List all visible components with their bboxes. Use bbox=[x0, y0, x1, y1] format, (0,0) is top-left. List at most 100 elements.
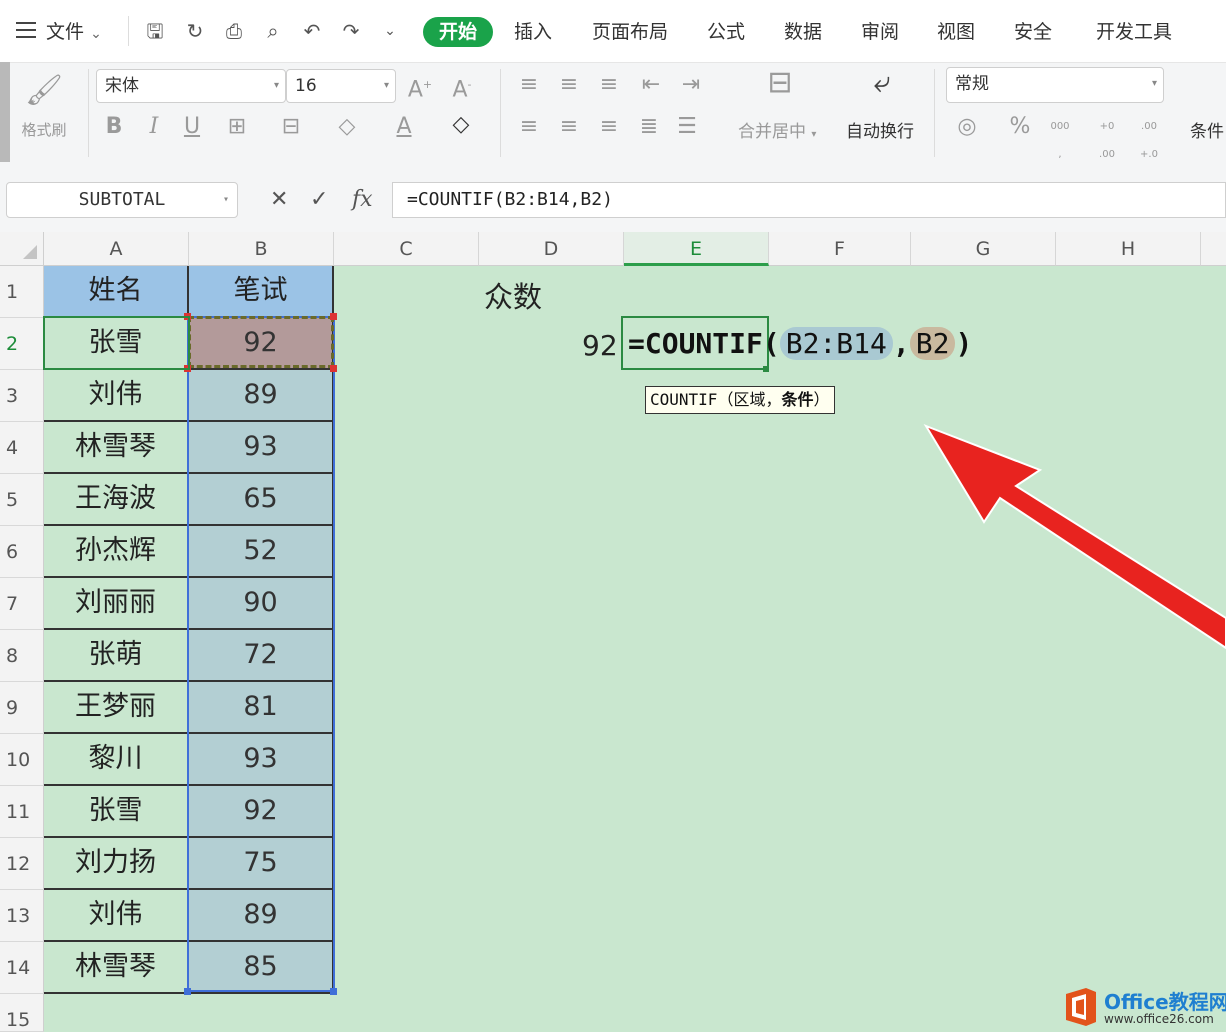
select-all-corner[interactable] bbox=[0, 232, 44, 266]
increase-indent-icon[interactable]: ⇥ bbox=[678, 71, 704, 99]
merge-center-button[interactable]: 合并居中 ▾ bbox=[738, 117, 816, 142]
column-header-b[interactable]: B bbox=[189, 232, 334, 266]
column-header-a[interactable]: A bbox=[44, 232, 189, 266]
cell-name[interactable]: 王海波 bbox=[44, 474, 189, 526]
cell-name[interactable]: 刘伟 bbox=[44, 370, 189, 422]
column-header-g[interactable]: G bbox=[911, 232, 1056, 266]
tab-view[interactable]: 视图 bbox=[937, 20, 975, 44]
tab-insert[interactable]: 插入 bbox=[514, 20, 552, 44]
cell-name[interactable]: 刘丽丽 bbox=[44, 578, 189, 630]
align-center-icon[interactable]: ≡ bbox=[556, 113, 582, 141]
row-header[interactable]: 1 bbox=[0, 266, 44, 318]
cell-name[interactable]: 张萌 bbox=[44, 630, 189, 682]
column-header-h[interactable]: H bbox=[1056, 232, 1201, 266]
align-bottom-icon[interactable]: ≡ bbox=[596, 71, 622, 99]
column-header-f[interactable]: F bbox=[769, 232, 911, 266]
customize-dropdown-icon[interactable]: ⌄ bbox=[378, 19, 402, 43]
cell-a1[interactable]: 姓名 bbox=[44, 266, 189, 318]
column-header-e[interactable]: E bbox=[624, 232, 769, 266]
borders-icon[interactable]: ⊞ bbox=[222, 113, 252, 141]
align-middle-icon[interactable]: ≡ bbox=[556, 71, 582, 99]
fill-handle[interactable] bbox=[763, 366, 769, 372]
row-header[interactable]: 15 bbox=[0, 994, 44, 1032]
cell-d2-value[interactable]: 92 bbox=[582, 326, 618, 366]
column-header-d[interactable]: D bbox=[479, 232, 624, 266]
italic-icon[interactable]: I bbox=[142, 113, 166, 141]
tab-page-layout[interactable]: 页面布局 bbox=[592, 20, 668, 44]
distributed-icon[interactable]: ☰ bbox=[674, 113, 700, 141]
row-header[interactable]: 13 bbox=[0, 890, 44, 942]
cell-name[interactable]: 孙杰辉 bbox=[44, 526, 189, 578]
tab-home[interactable]: 开始 bbox=[423, 17, 494, 47]
in-cell-formula[interactable]: =COUNTIF(B2:B14, B2) bbox=[628, 324, 972, 364]
range-handle[interactable] bbox=[330, 365, 337, 372]
row-header[interactable]: 6 bbox=[0, 526, 44, 578]
format-brush-button[interactable]: 🖌 格式刷 bbox=[14, 71, 74, 140]
decrease-decimal-icon[interactable]: .00 +.0 bbox=[1134, 113, 1164, 169]
cancel-icon[interactable]: ✕ bbox=[270, 186, 288, 214]
increase-font-icon[interactable]: A+ bbox=[406, 71, 434, 104]
align-left-icon[interactable]: ≡ bbox=[516, 113, 542, 141]
thousands-separator-icon[interactable]: 000, bbox=[1046, 113, 1074, 169]
row-header[interactable]: 4 bbox=[0, 422, 44, 474]
font-size-select[interactable]: 16 ▾ bbox=[286, 69, 396, 103]
merge-center-icon[interactable]: ⊟ bbox=[760, 68, 800, 98]
auto-wrap-icon[interactable]: ⤶ bbox=[860, 68, 904, 98]
row-header[interactable]: 10 bbox=[0, 734, 44, 786]
file-menu[interactable]: 文件 ⌄ bbox=[46, 20, 102, 46]
cell-name[interactable]: 刘力扬 bbox=[44, 838, 189, 890]
align-top-icon[interactable]: ≡ bbox=[516, 71, 542, 99]
tab-developer[interactable]: 开发工具 bbox=[1096, 20, 1172, 44]
tab-formulas[interactable]: 公式 bbox=[707, 20, 745, 44]
column-header-next[interactable] bbox=[1201, 232, 1226, 266]
cell-name[interactable]: 张雪 bbox=[44, 786, 189, 838]
tab-data[interactable]: 数据 bbox=[784, 20, 822, 44]
column-header-c[interactable]: C bbox=[334, 232, 479, 266]
row-header[interactable]: 12 bbox=[0, 838, 44, 890]
cell-name[interactable]: 黎川 bbox=[44, 734, 189, 786]
auto-wrap-button[interactable]: 自动换行 bbox=[846, 117, 914, 142]
print-icon[interactable]: ⎙ bbox=[222, 19, 246, 43]
row-header[interactable]: 8 bbox=[0, 630, 44, 682]
row-header[interactable]: 9 bbox=[0, 682, 44, 734]
confirm-icon[interactable]: ✓ bbox=[310, 186, 328, 214]
range-handle[interactable] bbox=[330, 988, 337, 995]
cell-style-icon[interactable]: ⊟ bbox=[276, 113, 306, 141]
font-name-select[interactable]: 宋体 ▾ bbox=[96, 69, 286, 103]
range-handle[interactable] bbox=[184, 988, 191, 995]
tab-security[interactable]: 安全 bbox=[1014, 20, 1052, 44]
justify-icon[interactable]: ≣ bbox=[636, 113, 662, 141]
bold-icon[interactable]: B bbox=[102, 113, 126, 141]
row-header[interactable]: 3 bbox=[0, 370, 44, 422]
cell-name[interactable]: 王梦丽 bbox=[44, 682, 189, 734]
row-header[interactable]: 7 bbox=[0, 578, 44, 630]
tab-review[interactable]: 审阅 bbox=[861, 20, 899, 44]
name-box[interactable]: SUBTOTAL ▾ bbox=[6, 182, 238, 218]
align-right-icon[interactable]: ≡ bbox=[596, 113, 622, 141]
decrease-indent-icon[interactable]: ⇤ bbox=[638, 71, 664, 99]
insert-function-icon[interactable]: fx bbox=[352, 186, 373, 214]
currency-icon[interactable]: ◎ bbox=[952, 113, 982, 141]
clear-format-icon[interactable]: ◇ bbox=[446, 111, 476, 139]
fill-color-icon[interactable]: ◇ bbox=[332, 113, 362, 141]
hamburger-menu-icon[interactable] bbox=[16, 22, 36, 38]
percent-icon[interactable]: % bbox=[1006, 113, 1034, 141]
cell-b1[interactable]: 笔试 bbox=[189, 266, 334, 318]
print-preview-icon[interactable]: ⌕ bbox=[261, 19, 285, 43]
row-header[interactable]: 5 bbox=[0, 474, 44, 526]
undo-icon[interactable]: ↶ bbox=[300, 19, 324, 43]
format-painter-icon[interactable]: ↻ bbox=[183, 19, 207, 43]
font-color-icon[interactable]: A bbox=[390, 113, 418, 141]
formula-input[interactable]: =COUNTIF(B2:B14,B2) bbox=[392, 182, 1226, 218]
range-handle[interactable] bbox=[330, 313, 337, 320]
cell-name[interactable]: 刘伟 bbox=[44, 890, 189, 942]
underline-icon[interactable]: U bbox=[180, 113, 204, 141]
decrease-font-icon[interactable]: A- bbox=[448, 71, 476, 104]
number-format-select[interactable]: 常规 ▾ bbox=[946, 67, 1164, 103]
save-icon[interactable]: 🖫 bbox=[143, 19, 167, 43]
cell-name[interactable]: 林雪琴 bbox=[44, 942, 189, 994]
increase-decimal-icon[interactable]: +0.00 bbox=[1092, 113, 1122, 169]
row-header[interactable]: 14 bbox=[0, 942, 44, 994]
cell-name[interactable]: 林雪琴 bbox=[44, 422, 189, 474]
row-header[interactable]: 11 bbox=[0, 786, 44, 838]
